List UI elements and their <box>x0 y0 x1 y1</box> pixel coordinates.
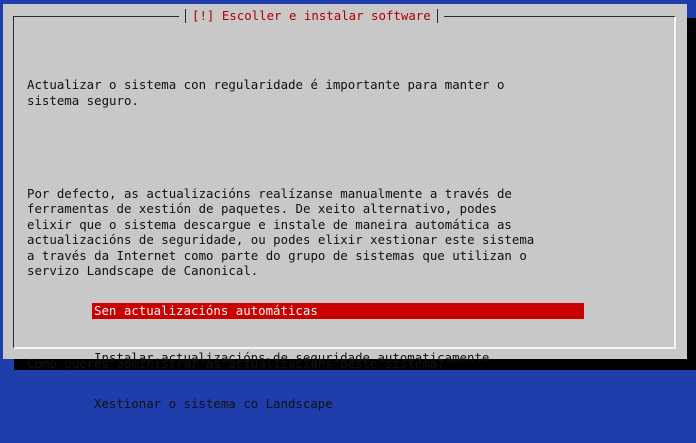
software-selection-dialog: [!] Escoller e instalar software Actuali… <box>3 4 687 411</box>
dialog-title: [!] Escoller e instalar software <box>192 8 431 24</box>
option-no-automatic-updates[interactable]: Sen actualizacións automáticas <box>92 303 584 319</box>
option-manage-with-landscape[interactable]: Xestionar o sistema co Landscape <box>92 396 584 412</box>
update-options-list: Sen actualizacións automáticas Instalar … <box>92 272 584 443</box>
title-left-tick <box>185 9 186 23</box>
dialog-title-bar: [!] Escoller e instalar software <box>179 8 444 24</box>
intro-text: Actualizar o sistema con regularidade é … <box>27 77 505 108</box>
title-right-tick <box>436 9 438 23</box>
option-install-security-updates[interactable]: Instalar actualizacións de seguridade au… <box>92 350 584 366</box>
description-text: Por defecto, as actualizacións realízans… <box>27 185 535 279</box>
